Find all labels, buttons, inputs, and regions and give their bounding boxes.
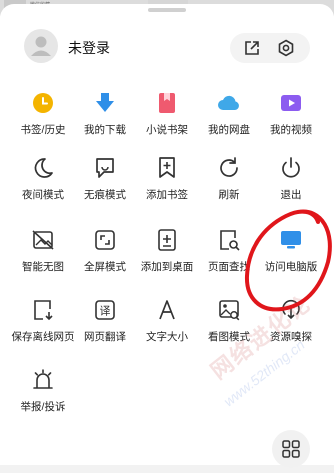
novel-shelf-icon	[159, 93, 175, 113]
menu-item-downloads[interactable]: 我的下载	[75, 90, 135, 148]
gear-icon	[278, 39, 294, 57]
video-icon	[281, 95, 301, 111]
desktop-version-icon	[281, 231, 301, 249]
bookmark-history-icon	[33, 93, 53, 113]
moon-icon	[34, 158, 53, 178]
menu-item-page-search[interactable]: 页面查找	[199, 227, 259, 285]
menu-item-desktop-version[interactable]: 访问电脑版	[261, 227, 321, 285]
avatar[interactable]	[24, 29, 58, 63]
menu-item-label: 举报/投诉	[20, 401, 66, 413]
login-status[interactable]: 未登录	[68, 38, 110, 58]
image-view-icon	[219, 300, 240, 321]
menu-item-night-mode[interactable]: 夜间模式	[13, 155, 73, 213]
menu-item-cloud-drive[interactable]: 我的网盘	[199, 90, 259, 148]
menu-item-no-image[interactable]: 智能无图	[13, 227, 73, 285]
add-bookmark-icon	[159, 157, 175, 178]
menu-item-label: 访问电脑版	[264, 261, 318, 273]
cloud-drive-icon	[218, 95, 239, 110]
menu-item-label: 我的视频	[270, 124, 312, 136]
svg-text:译: 译	[100, 305, 111, 318]
customize-menu-button[interactable]	[272, 430, 310, 468]
font-size-icon	[159, 300, 175, 320]
share-button[interactable]	[242, 38, 262, 58]
header-actions	[230, 33, 310, 63]
no-image-icon	[32, 230, 54, 250]
menu-item-font-size[interactable]: 文字大小	[137, 297, 197, 355]
menu-item-refresh[interactable]: 刷新	[199, 155, 259, 213]
save-offline-icon	[34, 300, 53, 321]
page-search-icon	[220, 230, 240, 251]
download-icon	[96, 93, 114, 112]
refresh-icon	[220, 157, 238, 177]
menu-item-novel-shelf[interactable]: 小说书架	[137, 90, 197, 148]
drag-handle[interactable]	[148, 8, 186, 12]
settings-button[interactable]	[276, 38, 296, 58]
power-icon	[282, 157, 300, 178]
translate-icon: 译	[95, 300, 115, 320]
menu-item-add-to-desktop[interactable]: 添加到桌面	[137, 227, 197, 285]
incognito-icon	[96, 158, 114, 178]
menu-item-bookmarks[interactable]: 书签/历史	[13, 90, 73, 148]
menu-item-translate[interactable]: 译 网页翻译	[75, 297, 135, 355]
grid-icon	[282, 440, 300, 458]
add-to-desktop-icon	[158, 229, 176, 251]
menu-item-report[interactable]: 举报/投诉	[13, 367, 73, 425]
fullscreen-icon	[95, 230, 115, 250]
menu-item-save-offline[interactable]: 保存离线网页	[12, 297, 75, 355]
menu-item-incognito[interactable]: 无痕模式	[75, 155, 135, 213]
report-icon	[33, 369, 53, 389]
user-icon	[31, 36, 51, 56]
menu-item-add-bookmark[interactable]: 添加书签	[137, 155, 197, 213]
menu-item-exit[interactable]: 退出	[261, 155, 321, 213]
menu-item-label: 退出	[280, 189, 302, 201]
share-icon	[245, 41, 259, 55]
menu-item-videos[interactable]: 我的视频	[261, 90, 321, 148]
menu-item-fullscreen[interactable]: 全屏模式	[75, 227, 135, 285]
